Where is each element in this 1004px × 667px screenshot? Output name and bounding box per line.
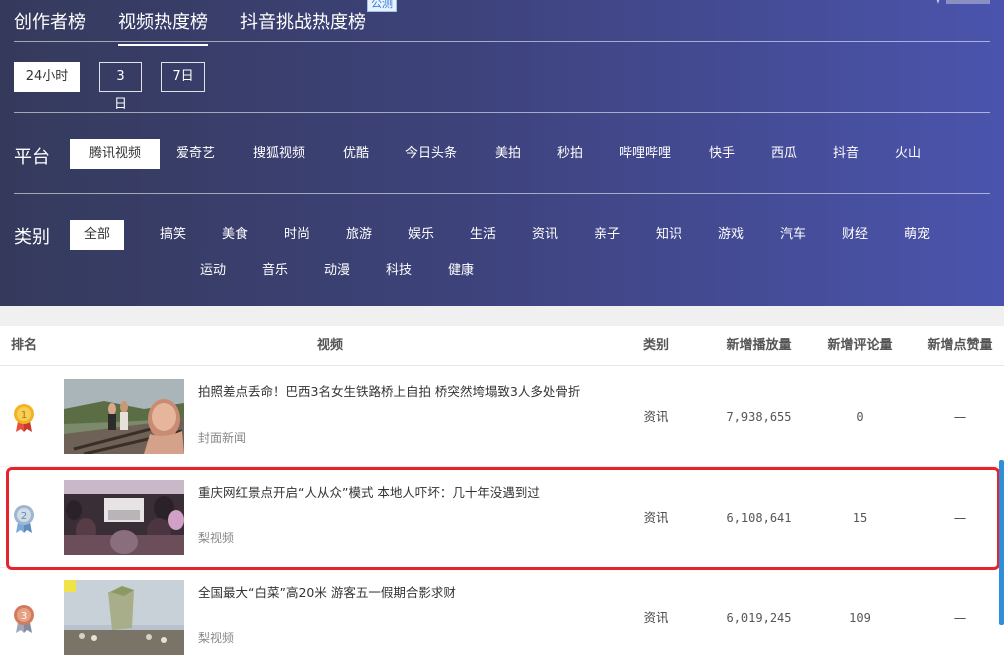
video-source[interactable]: 封面新闻 xyxy=(198,429,246,446)
video-title[interactable]: 拍照差点丢命！巴西3名女生铁路桥上自拍 桥突然垮塌致3人多处骨折 xyxy=(198,381,598,403)
platform-item[interactable]: 优酷 xyxy=(343,139,405,169)
row-category: 资讯 xyxy=(643,409,669,424)
time-filter-7d[interactable]: 7日 xyxy=(161,62,205,92)
category-list: 搞笑 美食 时尚 旅游 娱乐 生活 资讯 亲子 知识 游戏 汽车 财经 萌宠 运… xyxy=(160,220,980,286)
category-item[interactable]: 亲子 xyxy=(594,220,656,250)
divider xyxy=(14,41,990,42)
header-category: 类别 xyxy=(642,338,669,353)
divider xyxy=(14,193,990,194)
category-item[interactable]: 旅游 xyxy=(346,220,408,250)
category-item[interactable]: 健康 xyxy=(448,256,510,286)
svg-text:2: 2 xyxy=(21,511,27,522)
time-filter-24h[interactable]: 24小时 xyxy=(14,62,80,92)
tab-douyin-challenge-ranking[interactable]: 抖音挑战热度榜 xyxy=(240,8,366,44)
divider xyxy=(14,112,990,113)
category-item[interactable]: 生活 xyxy=(470,220,532,250)
category-item[interactable]: 财经 xyxy=(842,220,904,250)
category-item[interactable]: 运动 xyxy=(200,256,262,286)
svg-text:1: 1 xyxy=(21,410,27,421)
row-new-comments: 0 xyxy=(856,410,864,424)
header-new-likes: 新增点赞量 xyxy=(927,338,993,353)
row-break xyxy=(160,256,200,286)
scrollbar[interactable] xyxy=(999,460,1004,625)
category-item[interactable]: 音乐 xyxy=(262,256,324,286)
platform-item-tencent[interactable]: 腾讯视频 xyxy=(70,139,160,169)
ranking-header-panel: 创作者榜 视频热度榜 抖音挑战热度榜 公测 24小时 3日 7日 平台 腾讯视频… xyxy=(0,0,1004,306)
header-rank: 排名 xyxy=(10,338,37,353)
row-new-likes: — xyxy=(953,610,967,625)
category-item[interactable]: 搞笑 xyxy=(160,220,222,250)
video-thumbnail[interactable] xyxy=(64,580,184,655)
row-new-likes: — xyxy=(953,510,967,525)
category-item[interactable]: 汽车 xyxy=(780,220,842,250)
silver-medal-icon: 2 xyxy=(14,505,34,533)
platform-item[interactable]: 西瓜 xyxy=(771,139,833,169)
video-title[interactable]: 重庆网红景点开启“人从众”模式 本地人吓坏：几十年没遇到过 xyxy=(198,482,598,504)
ranking-table-header: 排名 视频 类别 新增播放量 新增评论量 新增点赞量 xyxy=(0,326,1004,366)
category-item[interactable]: 游戏 xyxy=(718,220,780,250)
video-thumbnail[interactable] xyxy=(64,480,184,555)
row-new-comments: 109 xyxy=(849,611,871,625)
tab-creator-ranking[interactable]: 创作者榜 xyxy=(14,8,86,44)
platform-item[interactable]: 抖音 xyxy=(833,139,895,169)
header-new-comments: 新增评论量 xyxy=(827,338,893,353)
category-item[interactable]: 萌宠 xyxy=(904,220,966,250)
category-item-all[interactable]: 全部 xyxy=(70,220,124,250)
category-item[interactable]: 娱乐 xyxy=(408,220,470,250)
category-item[interactable]: 资讯 xyxy=(532,220,594,250)
category-item[interactable]: 美食 xyxy=(222,220,284,250)
platform-item[interactable]: 火山 xyxy=(895,139,935,169)
time-filter-3d[interactable]: 3日 xyxy=(99,62,142,112)
table-row[interactable]: 1 拍照差点丢命！巴西3名女生铁路桥上自拍 桥突然垮塌致3人多处骨折 封面新闻 … xyxy=(0,367,1004,467)
platform-item[interactable]: 哔哩哔哩 xyxy=(619,139,709,169)
time-range-filter: 24小时 3日 7日 xyxy=(14,62,224,112)
table-row[interactable]: 3 全国最大“白菜”高20米 游客五一假期合影求财 梨视频 资讯 6,019,2… xyxy=(0,568,1004,667)
svg-text:3: 3 xyxy=(21,611,27,622)
beta-badge: 公测 xyxy=(367,0,397,12)
row-category: 资讯 xyxy=(643,610,669,625)
row-new-plays: 6,019,245 xyxy=(726,611,792,625)
platform-label: 平台 xyxy=(14,147,50,168)
section-gap xyxy=(0,306,1004,326)
header-new-plays: 新增播放量 xyxy=(726,338,792,353)
row-new-plays: 7,938,655 xyxy=(726,410,792,424)
video-source[interactable]: 梨视频 xyxy=(198,629,234,646)
platform-item[interactable]: 今日头条 xyxy=(405,139,495,169)
platform-item[interactable]: 秒拍 xyxy=(557,139,619,169)
video-title[interactable]: 全国最大“白菜”高20米 游客五一假期合影求财 xyxy=(198,582,598,604)
category-item[interactable]: 时尚 xyxy=(284,220,346,250)
row-new-comments: 15 xyxy=(852,511,868,525)
category-item[interactable]: 科技 xyxy=(386,256,448,286)
row-category: 资讯 xyxy=(643,510,669,525)
header-video: 视频 xyxy=(316,338,343,353)
table-row[interactable]: 2 重庆网红景点开启“人从众”模式 本地人吓坏：几十年没遇到过 梨视频 资讯 6… xyxy=(0,468,1004,568)
video-source[interactable]: 梨视频 xyxy=(198,529,234,546)
platform-item[interactable]: 美拍 xyxy=(495,139,557,169)
platform-item[interactable]: 搜狐视频 xyxy=(253,139,343,169)
gold-medal-icon: 1 xyxy=(14,404,34,432)
row-new-likes: — xyxy=(953,409,967,424)
row-new-plays: 6,108,641 xyxy=(726,511,792,525)
category-label: 类别 xyxy=(14,227,50,248)
platform-item[interactable]: 快手 xyxy=(709,139,771,169)
category-item[interactable]: 动漫 xyxy=(324,256,386,286)
bronze-medal-icon: 3 xyxy=(14,605,34,633)
ranking-tabs: 创作者榜 视频热度榜 抖音挑战热度榜 xyxy=(14,8,398,46)
platform-list: 爱奇艺 搜狐视频 优酷 今日头条 美拍 秒拍 哔哩哔哩 快手 西瓜 抖音 火山 xyxy=(176,139,935,169)
video-thumbnail[interactable] xyxy=(64,379,184,454)
category-item[interactable]: 知识 xyxy=(656,220,718,250)
location-icon xyxy=(932,0,992,9)
platform-item[interactable]: 爱奇艺 xyxy=(176,139,253,169)
